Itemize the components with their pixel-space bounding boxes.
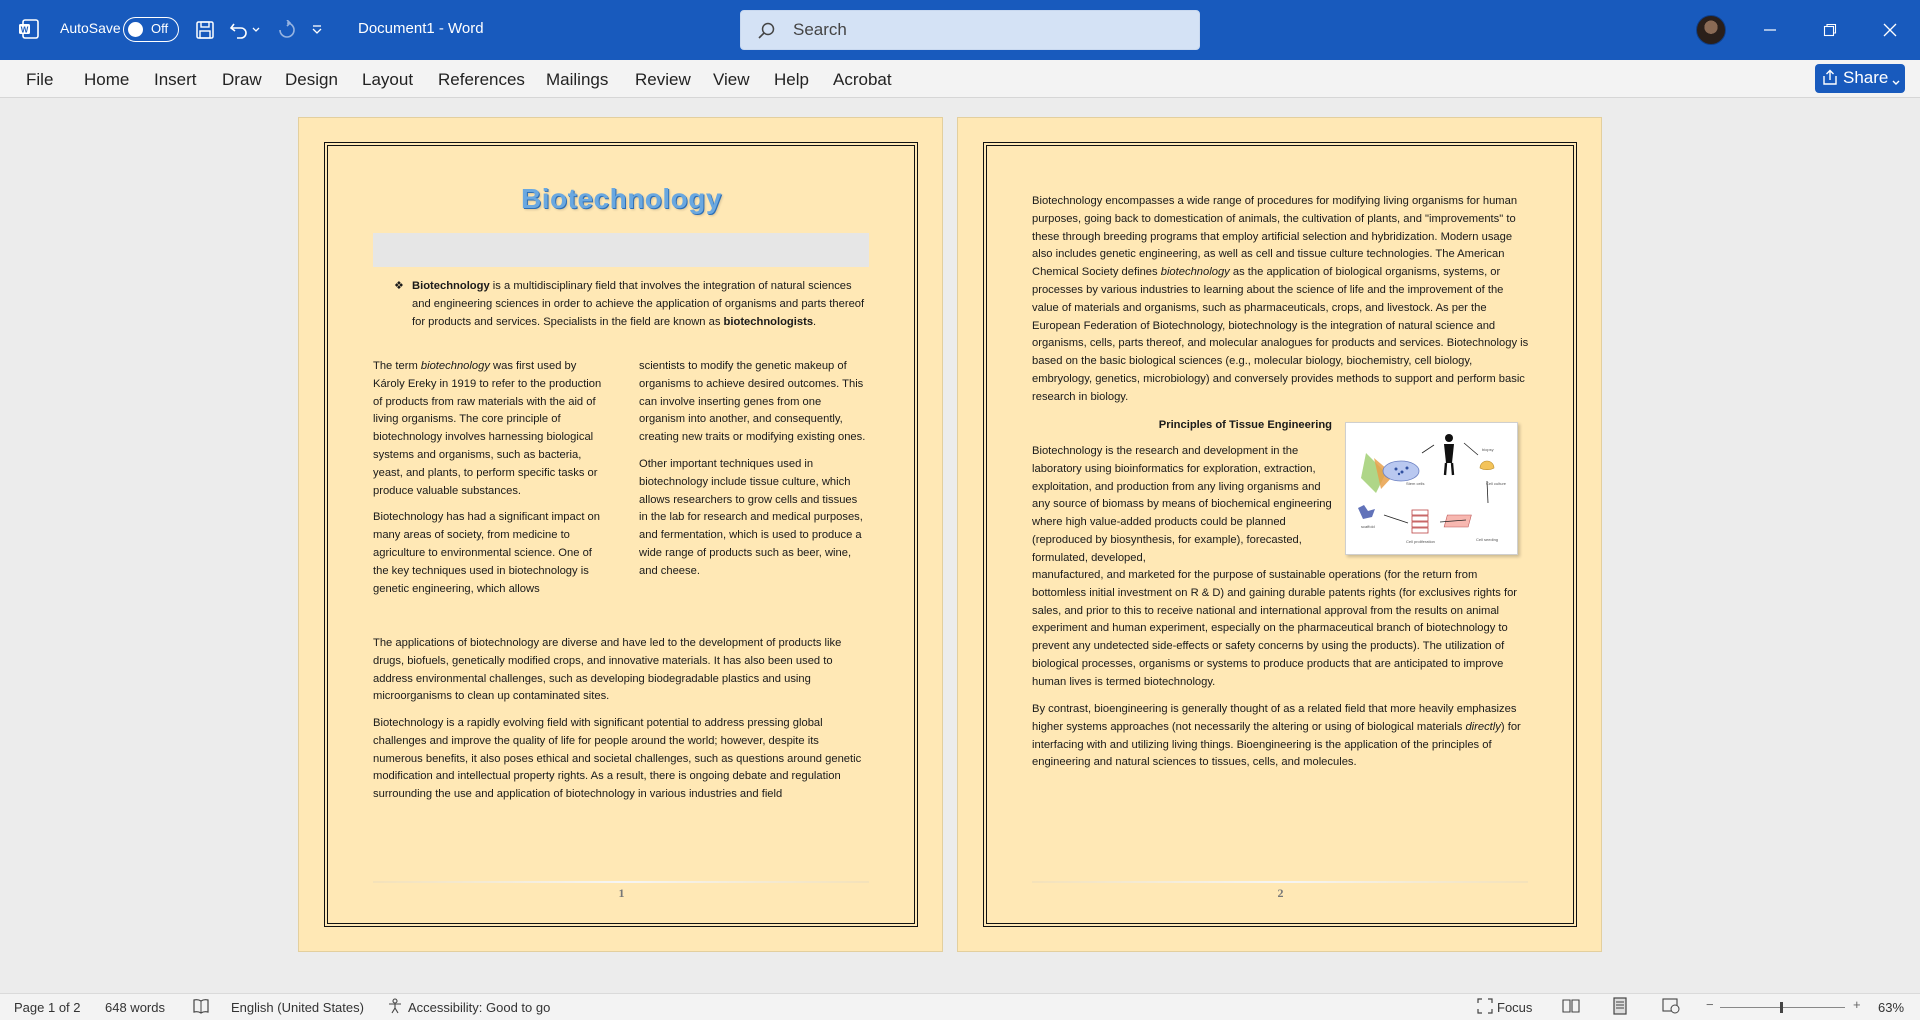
user-avatar[interactable]: [1696, 15, 1726, 45]
minimize-icon[interactable]: [1755, 15, 1785, 45]
paragraph: Biotechnology has had a significant impa…: [373, 511, 601, 595]
ribbon-tabs: File Home Insert Draw Design Layout Refe…: [0, 60, 1920, 98]
document-heading: Biotechnology: [521, 183, 722, 214]
zoom-out-icon[interactable]: −: [1706, 997, 1714, 1012]
title-bar: W AutoSave Off Document1 - Word Search: [0, 0, 1920, 60]
tab-mailings[interactable]: Mailings: [546, 70, 608, 90]
document-page-2[interactable]: Biotechnology encompasses a wide range o…: [957, 117, 1602, 952]
right-column: scientists to modify the genetic makeup …: [639, 358, 869, 590]
undo-dropdown-icon[interactable]: [250, 18, 262, 42]
svg-text:biopsy: biopsy: [1482, 447, 1494, 452]
svg-text:Cell culture: Cell culture: [1486, 481, 1507, 486]
tab-help[interactable]: Help: [774, 70, 809, 90]
accessibility-status[interactable]: Accessibility: Good to go: [408, 1000, 550, 1015]
document-page-1[interactable]: Biotechnology ❖ Biotechnology is a multi…: [298, 117, 943, 952]
text-run: The term: [373, 360, 421, 372]
share-icon: [1821, 69, 1839, 92]
shaded-paragraph: [373, 233, 869, 267]
search-box[interactable]: Search: [740, 10, 1200, 50]
bullet-end: .: [813, 315, 817, 328]
close-icon[interactable]: [1875, 15, 1905, 45]
paragraph: By contrast, bioengineering is generally…: [1032, 701, 1532, 772]
footer-rule: [373, 881, 869, 883]
page-number: 1: [618, 886, 625, 900]
svg-text:Cell seeding: Cell seeding: [1476, 537, 1498, 542]
print-layout-icon[interactable]: [1611, 997, 1629, 1018]
save-icon[interactable]: [193, 18, 217, 42]
focus-mode-label[interactable]: Focus: [1497, 1000, 1532, 1015]
paragraph: Biotechnology encompasses a wide range o…: [1032, 193, 1532, 407]
page-count[interactable]: Page 1 of 2: [14, 1000, 81, 1015]
tab-design[interactable]: Design: [285, 70, 338, 90]
autosave-state: Off: [151, 21, 169, 36]
paragraph: manufactured, and marketed for the purpo…: [1032, 569, 1518, 688]
bold-term-2: biotechnologists: [723, 315, 814, 328]
search-placeholder: Search: [793, 20, 847, 39]
search-icon: [757, 21, 777, 46]
document-title: Document1 - Word: [358, 20, 484, 37]
svg-text:W: W: [21, 26, 29, 35]
redo-icon[interactable]: [275, 18, 299, 42]
tab-acrobat[interactable]: Acrobat: [833, 70, 892, 90]
svg-text:Stem cells: Stem cells: [1406, 481, 1424, 486]
zoom-slider-thumb[interactable]: [1780, 1002, 1783, 1013]
zoom-in-icon[interactable]: +: [1853, 997, 1861, 1012]
autosave-label: AutoSave: [60, 20, 121, 36]
chevron-down-icon: [1891, 73, 1901, 93]
tab-references[interactable]: References: [438, 70, 525, 90]
tab-review[interactable]: Review: [635, 70, 691, 90]
section-heading: Principles of Tissue Engineering: [1158, 419, 1332, 431]
italic-term: biotechnology: [1160, 266, 1230, 279]
wrapped-paragraph: Biotechnology is the research and develo…: [1032, 445, 1332, 564]
toggle-knob: [128, 22, 143, 37]
language-label[interactable]: English (United States): [231, 1000, 364, 1015]
text-run: was first used by Károly Ereky in 1919 t…: [373, 360, 602, 497]
focus-icon: [1477, 998, 1493, 1017]
zoom-level[interactable]: 63%: [1878, 1000, 1904, 1015]
tab-file[interactable]: File: [26, 70, 53, 90]
italic-term: biotechnology: [420, 360, 490, 372]
paragraph: The applications of biotechnology are di…: [373, 637, 842, 703]
proofing-book-icon[interactable]: [192, 998, 210, 1017]
tissue-engineering-diagram[interactable]: Stem cells biopsy Cell culture Cell seedin…: [1345, 422, 1518, 555]
tab-view[interactable]: View: [713, 70, 750, 90]
word-count[interactable]: 648 words: [105, 1000, 165, 1015]
paragraph: Other important techniques used in biote…: [639, 457, 863, 577]
bullet-diamond-icon: ❖: [394, 280, 404, 292]
paragraph: scientists to modify the genetic makeup …: [639, 360, 866, 444]
paragraph: The term biotechnology was first used by…: [373, 358, 603, 500]
share-button[interactable]: Share: [1815, 64, 1905, 93]
web-layout-icon[interactable]: [1662, 998, 1680, 1017]
text-run: By contrast, bioengineering is generally…: [1032, 703, 1517, 733]
read-mode-icon[interactable]: [1562, 998, 1580, 1017]
tab-home[interactable]: Home: [84, 70, 129, 90]
status-bar: Page 1 of 2 648 words English (United St…: [0, 993, 1920, 1020]
left-column: The term biotechnology was first used by…: [373, 358, 603, 607]
italic-term: directly: [1465, 720, 1501, 733]
share-label: Share: [1843, 68, 1889, 87]
paragraph: Biotechnology is a rapidly evolving fiel…: [373, 717, 862, 801]
customize-toolbar-icon[interactable]: [310, 18, 324, 42]
accessibility-icon: [387, 998, 405, 1017]
bullet-paragraph: Biotechnology is a multidisciplinary fie…: [412, 278, 872, 331]
footer-rule: [1032, 881, 1528, 883]
word-app-icon: W: [18, 18, 40, 40]
undo-icon[interactable]: [227, 18, 251, 42]
svg-text:Cell proliferation: Cell proliferation: [1406, 539, 1435, 544]
tab-insert[interactable]: Insert: [154, 70, 197, 90]
autosave-toggle[interactable]: Off: [123, 17, 179, 42]
text-run: as the application of biological organis…: [1032, 266, 1529, 403]
svg-text:scaffold: scaffold: [1361, 524, 1375, 529]
tab-layout[interactable]: Layout: [362, 70, 413, 90]
tab-draw[interactable]: Draw: [222, 70, 262, 90]
restore-icon[interactable]: [1815, 15, 1845, 45]
page-number: 2: [1277, 886, 1284, 900]
bold-term: Biotechnology: [412, 280, 490, 292]
